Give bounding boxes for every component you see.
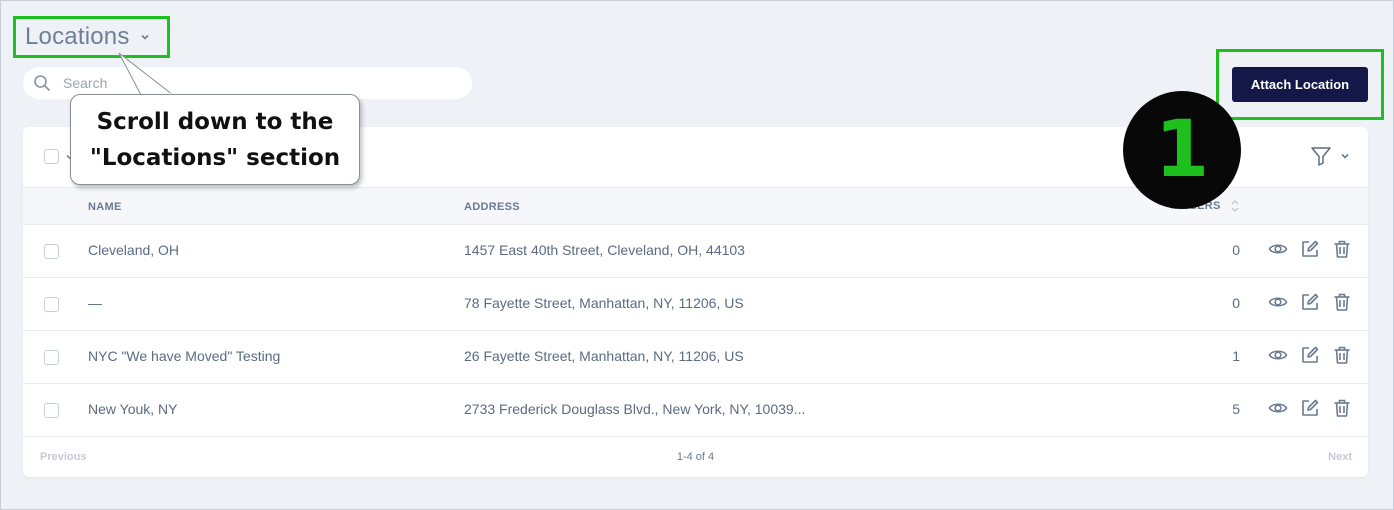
edit-icon[interactable]	[1300, 398, 1320, 418]
table-row[interactable]: New Youk, NY 2733 Frederick Douglass Blv…	[23, 384, 1368, 437]
table-row[interactable]: Cleveland, OH 1457 East 40th Street, Cle…	[23, 225, 1368, 278]
column-header-address[interactable]: ADDRESS	[464, 201, 520, 213]
location-name[interactable]: —	[88, 295, 102, 311]
filter-button[interactable]	[1310, 145, 1350, 167]
edit-icon[interactable]	[1300, 345, 1320, 365]
step-number-badge: 1	[1123, 91, 1241, 209]
row-actions	[1268, 398, 1352, 418]
row-checkbox[interactable]	[44, 244, 59, 259]
callout-text-line2: "Locations" section	[89, 144, 341, 171]
callout-text-line1: Scroll down to the	[96, 108, 334, 135]
table-row[interactable]: — 78 Fayette Street, Manhattan, NY, 1120…	[23, 278, 1368, 331]
location-address: 1457 East 40th Street, Cleveland, OH, 44…	[464, 242, 745, 258]
row-checkbox[interactable]	[44, 403, 59, 418]
eye-icon[interactable]	[1268, 239, 1288, 259]
row-actions	[1268, 292, 1352, 312]
page-range: 1-4 of 4	[676, 451, 715, 463]
sort-icon[interactable]	[1230, 199, 1240, 213]
trash-icon[interactable]	[1332, 292, 1352, 312]
row-checkbox[interactable]	[44, 350, 59, 365]
chevron-down-icon	[1341, 153, 1349, 159]
location-name[interactable]: NYC "We have Moved" Testing	[88, 348, 280, 364]
instruction-callout: Scroll down to the "Locations" section	[70, 94, 360, 185]
pagination: Previous 1-4 of 4 Next	[23, 437, 1368, 477]
filter-icon	[1311, 147, 1331, 166]
location-address: 26 Fayette Street, Manhattan, NY, 11206,…	[464, 348, 744, 364]
row-actions	[1268, 345, 1352, 365]
eye-icon[interactable]	[1268, 398, 1288, 418]
location-address: 78 Fayette Street, Manhattan, NY, 11206,…	[464, 295, 744, 311]
search-icon	[34, 75, 50, 91]
next-page-button[interactable]: Next	[1328, 451, 1352, 463]
location-name[interactable]: Cleveland, OH	[88, 242, 179, 258]
select-all-checkbox[interactable]	[44, 149, 59, 164]
user-count: 1	[1232, 348, 1240, 364]
user-count: 0	[1232, 295, 1240, 311]
edit-icon[interactable]	[1300, 239, 1320, 259]
eye-icon[interactable]	[1268, 292, 1288, 312]
column-header-name[interactable]: NAME	[88, 201, 122, 213]
attach-location-button[interactable]: Attach Location	[1232, 67, 1368, 102]
callout-pointer	[118, 52, 173, 96]
trash-icon[interactable]	[1332, 345, 1352, 365]
chevron-down-icon[interactable]	[140, 32, 150, 42]
page-title[interactable]: Locations	[25, 23, 130, 51]
location-name[interactable]: New Youk, NY	[88, 401, 178, 417]
user-count: 5	[1232, 401, 1240, 417]
location-address: 2733 Frederick Douglass Blvd., New York,…	[464, 401, 806, 417]
trash-icon[interactable]	[1332, 398, 1352, 418]
user-count: 0	[1232, 242, 1240, 258]
row-checkbox[interactable]	[44, 297, 59, 312]
edit-icon[interactable]	[1300, 292, 1320, 312]
trash-icon[interactable]	[1332, 239, 1352, 259]
table-row[interactable]: NYC "We have Moved" Testing 26 Fayette S…	[23, 331, 1368, 384]
row-actions	[1268, 239, 1352, 259]
eye-icon[interactable]	[1268, 345, 1288, 365]
